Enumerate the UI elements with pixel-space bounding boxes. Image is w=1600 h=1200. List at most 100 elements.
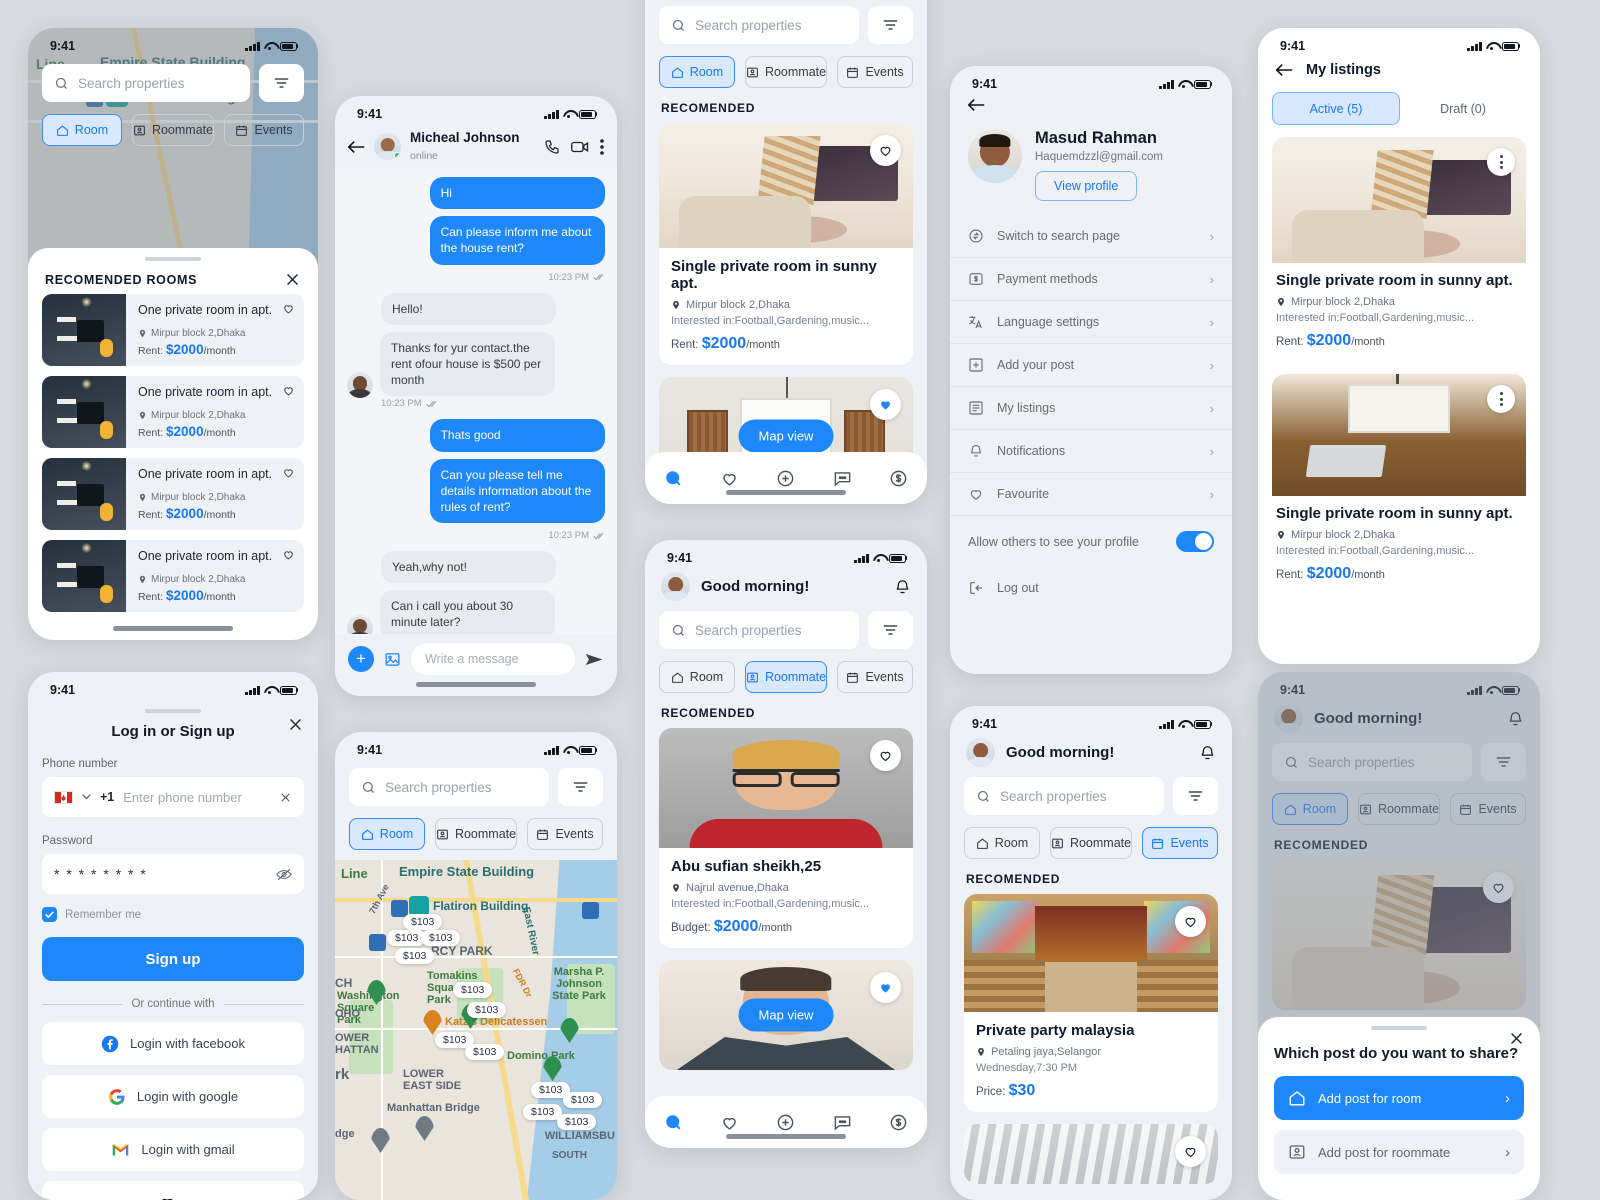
search-input[interactable]: Search properties [964, 777, 1164, 815]
filter-button[interactable] [558, 768, 603, 806]
menu-item-language-settings[interactable]: Language settings › [950, 301, 1232, 344]
map-price-pin[interactable]: $103 [467, 1002, 507, 1018]
avatar[interactable] [968, 129, 1022, 183]
favorite-button[interactable] [282, 302, 295, 315]
map-price-pin[interactable]: $103 [465, 1044, 505, 1060]
favorite-button[interactable] [1483, 872, 1514, 903]
send-button[interactable] [585, 652, 604, 667]
search-input[interactable]: Search properties [42, 64, 250, 102]
profile-visibility-toggle[interactable] [1176, 531, 1214, 552]
search-input[interactable]: Search properties [659, 611, 859, 649]
tab-add-post[interactable] [776, 1113, 795, 1132]
favorite-button[interactable] [282, 466, 295, 479]
tab-payments[interactable] [889, 469, 908, 488]
avatar[interactable] [1274, 704, 1303, 733]
listing-card[interactable] [1272, 860, 1526, 1010]
segment-roommate[interactable]: Roommate [1049, 827, 1133, 859]
segment-roommate[interactable]: Roommate [434, 818, 518, 850]
back-button[interactable] [348, 140, 365, 154]
menu-item-add-your-post[interactable]: Add your post › [950, 344, 1232, 387]
login-with-google-button[interactable]: Login with google [42, 1075, 304, 1118]
add-post-for-room-button[interactable]: Add post for room › [1274, 1076, 1524, 1120]
segment-room[interactable]: Room [42, 114, 122, 146]
segment-events[interactable]: Events [1450, 793, 1527, 825]
remember-me-row[interactable]: Remember me [42, 907, 304, 922]
list-item[interactable]: One private room in apt. Mirpur block 2,… [42, 540, 304, 612]
listing-options-button[interactable] [1487, 148, 1515, 176]
segment-events[interactable]: Events [527, 818, 604, 850]
notifications-button[interactable] [1507, 710, 1524, 728]
message-input[interactable]: Write a message [411, 643, 575, 675]
tab-favorites[interactable] [720, 1113, 739, 1132]
roommate-card[interactable]: Abu sufian sheikh,25 Najrul avenue,Dhaka… [659, 728, 913, 948]
map-price-pin[interactable]: $103 [557, 1114, 597, 1130]
segment-room[interactable]: Room [659, 56, 735, 88]
toggle-password-visibility-button[interactable] [276, 868, 292, 881]
map-price-pin[interactable]: $103 [453, 982, 493, 998]
map-price-pin[interactable]: $103 [395, 948, 435, 964]
phone-field[interactable]: +1 Enter phone number [42, 777, 304, 817]
segment-room[interactable]: Room [1272, 793, 1348, 825]
favorite-button[interactable] [1175, 906, 1206, 937]
map-view-button[interactable]: Map view [738, 419, 834, 453]
avatar[interactable] [966, 738, 995, 767]
search-input[interactable]: Search properties [1272, 743, 1472, 781]
tab-search[interactable] [664, 1113, 683, 1132]
segment-roommate[interactable]: Roommate [131, 114, 215, 146]
favorite-button[interactable] [1175, 1136, 1206, 1167]
tab-messages[interactable] [833, 1113, 852, 1132]
close-button[interactable] [1508, 1030, 1525, 1047]
login-with-gmail-button[interactable]: Login with gmail [42, 1128, 304, 1171]
segment-events[interactable]: Events [837, 661, 914, 693]
favorite-button[interactable] [870, 740, 901, 771]
list-item[interactable]: One private room in apt. Mirpur block 2,… [42, 458, 304, 530]
tab-active-listings[interactable]: Active (5) [1272, 92, 1400, 125]
back-button[interactable] [950, 96, 1232, 120]
menu-item-favourite[interactable]: Favourite › [950, 473, 1232, 516]
map-price-pin[interactable]: $103 [563, 1092, 603, 1108]
tab-draft-listings[interactable]: Draft (0) [1400, 92, 1526, 125]
listing-card[interactable]: Single private room in sunny apt. Mirpur… [1272, 137, 1526, 360]
filter-button[interactable] [1481, 743, 1526, 781]
notifications-button[interactable] [1199, 744, 1216, 762]
event-card[interactable]: Private party malaysia Petaling jaya,Sel… [964, 894, 1218, 1112]
listing-card[interactable]: Single private room in sunny apt. Mirpur… [659, 123, 913, 365]
close-button[interactable] [287, 716, 304, 733]
map-price-pin[interactable]: $103 [421, 930, 461, 946]
segment-roommate[interactable]: Roommate [744, 661, 828, 693]
segment-room[interactable]: Room [659, 661, 735, 693]
menu-item-payment-methods[interactable]: Payment methods › [950, 258, 1232, 301]
list-item[interactable]: One private room in apt. Mirpur block 2,… [42, 294, 304, 366]
tab-messages[interactable] [833, 469, 852, 488]
add-attachment-button[interactable]: + [348, 646, 374, 672]
login-with-facebook-button[interactable]: Login with facebook [42, 1022, 304, 1065]
tab-add-post[interactable] [776, 469, 795, 488]
more-options-button[interactable] [600, 138, 604, 155]
menu-item-switch-to-search[interactable]: Switch to search page › [950, 215, 1232, 258]
listing-card[interactable]: Single private room in sunny apt. Mirpur… [1272, 374, 1526, 593]
segment-roommate[interactable]: Roommate [1357, 793, 1441, 825]
close-button[interactable] [284, 271, 301, 288]
menu-item-my-listings[interactable]: My listings › [950, 387, 1232, 430]
segment-room[interactable]: Room [349, 818, 425, 850]
map-price-pin[interactable]: $103 [403, 914, 443, 930]
map-canvas[interactable]: Line Empire State Building Flatiron Buil… [335, 860, 617, 1200]
segment-events[interactable]: Events [1142, 827, 1219, 859]
tab-favorites[interactable] [720, 469, 739, 488]
favorite-button[interactable] [870, 135, 901, 166]
segment-events[interactable]: Events [837, 56, 914, 88]
filter-button[interactable] [259, 64, 304, 102]
listing-options-button[interactable] [1487, 385, 1515, 413]
search-input[interactable]: Search properties [349, 768, 549, 806]
filter-button[interactable] [868, 611, 913, 649]
favorite-button[interactable] [282, 384, 295, 397]
menu-item-notifications[interactable]: Notifications › [950, 430, 1232, 473]
tab-search[interactable] [664, 469, 683, 488]
gallery-button[interactable] [384, 651, 401, 668]
clear-phone-button[interactable] [279, 791, 292, 804]
call-button[interactable] [544, 139, 560, 155]
signup-button[interactable]: Sign up [42, 937, 304, 981]
login-with-apple-button[interactable] [42, 1181, 304, 1200]
roommate-card[interactable]: Map view [659, 960, 913, 1070]
favorite-button[interactable] [870, 972, 901, 1003]
